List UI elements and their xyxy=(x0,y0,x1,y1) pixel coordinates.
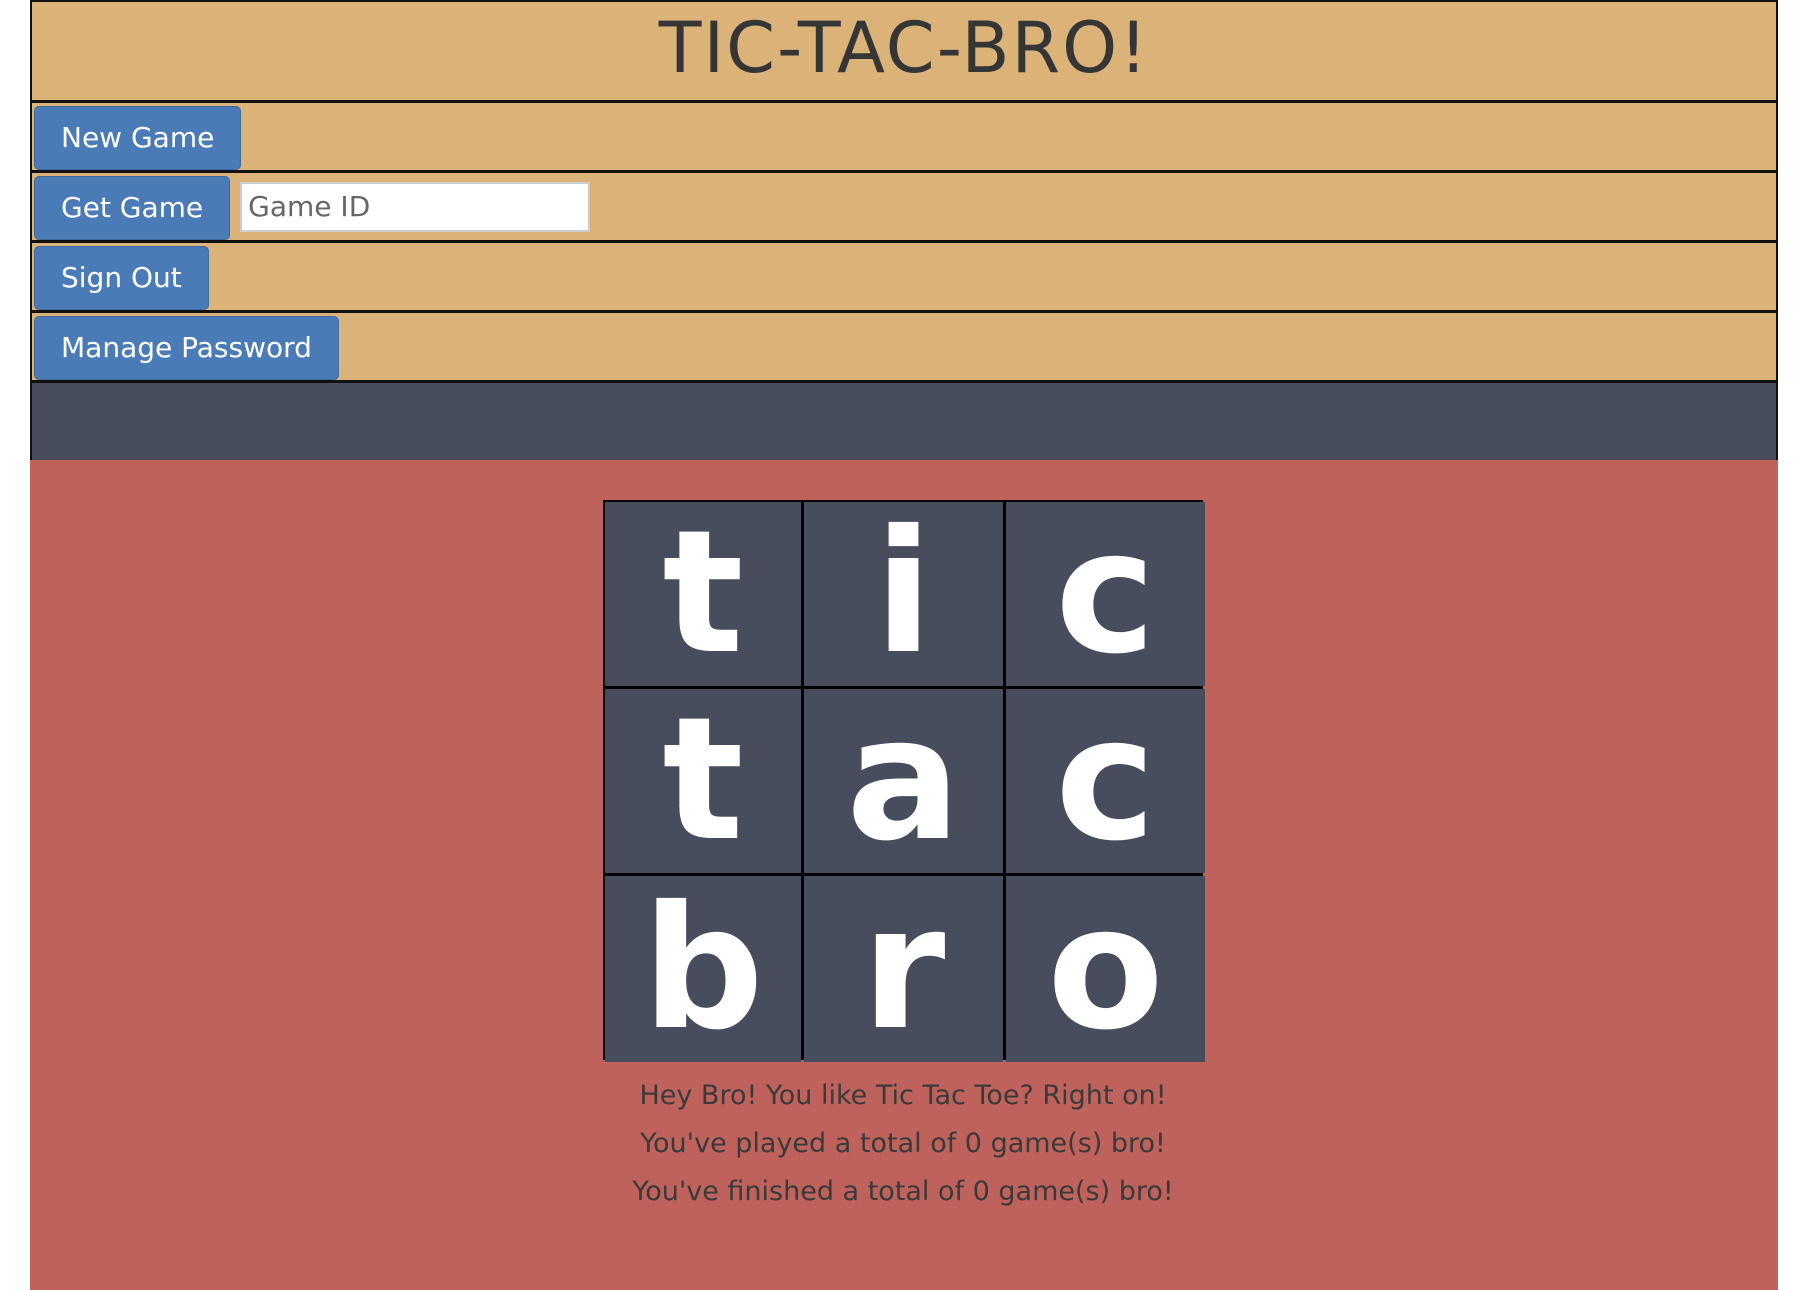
board-cell-5[interactable]: c xyxy=(1006,689,1205,873)
sign-out-button[interactable]: Sign Out xyxy=(34,245,209,310)
app-title: TIC-TAC-BRO! xyxy=(658,7,1150,89)
manage-password-button[interactable]: Manage Password xyxy=(34,315,339,380)
main-content: t i c t a c b r o Hey Bro! You like Tic … xyxy=(30,460,1778,1290)
sign-out-row: Sign Out xyxy=(32,243,1776,313)
board-cell-4[interactable]: a xyxy=(804,689,1003,873)
app-root: TIC-TAC-BRO! New Game Get Game Sign Out … xyxy=(30,0,1778,1290)
game-id-input[interactable] xyxy=(240,181,591,232)
title-bar: TIC-TAC-BRO! xyxy=(32,2,1776,103)
board-cell-6[interactable]: b xyxy=(605,876,801,1062)
greeting-message: Hey Bro! You like Tic Tac Toe? Right on! xyxy=(639,1080,1167,1111)
message-panel: Hey Bro! You like Tic Tac Toe? Right on!… xyxy=(603,1072,1203,1216)
board-cell-1[interactable]: i xyxy=(804,502,1003,686)
status-strip xyxy=(32,383,1776,460)
board-cell-8[interactable]: o xyxy=(1006,876,1205,1062)
new-game-button[interactable]: New Game xyxy=(34,105,242,170)
new-game-row: New Game xyxy=(32,103,1776,173)
get-game-row: Get Game xyxy=(32,173,1776,243)
board-cell-2[interactable]: c xyxy=(1006,502,1205,686)
games-played-message: You've played a total of 0 game(s) bro! xyxy=(640,1128,1166,1159)
board-cell-7[interactable]: r xyxy=(804,876,1003,1062)
header: TIC-TAC-BRO! New Game Get Game Sign Out … xyxy=(30,0,1778,462)
board-cell-3[interactable]: t xyxy=(605,689,801,873)
board-cell-0[interactable]: t xyxy=(605,502,801,686)
manage-password-row: Manage Password xyxy=(32,313,1776,383)
games-finished-message: You've finished a total of 0 game(s) bro… xyxy=(632,1176,1174,1207)
get-game-button[interactable]: Get Game xyxy=(34,175,231,240)
game-board: t i c t a c b r o xyxy=(603,500,1205,1062)
